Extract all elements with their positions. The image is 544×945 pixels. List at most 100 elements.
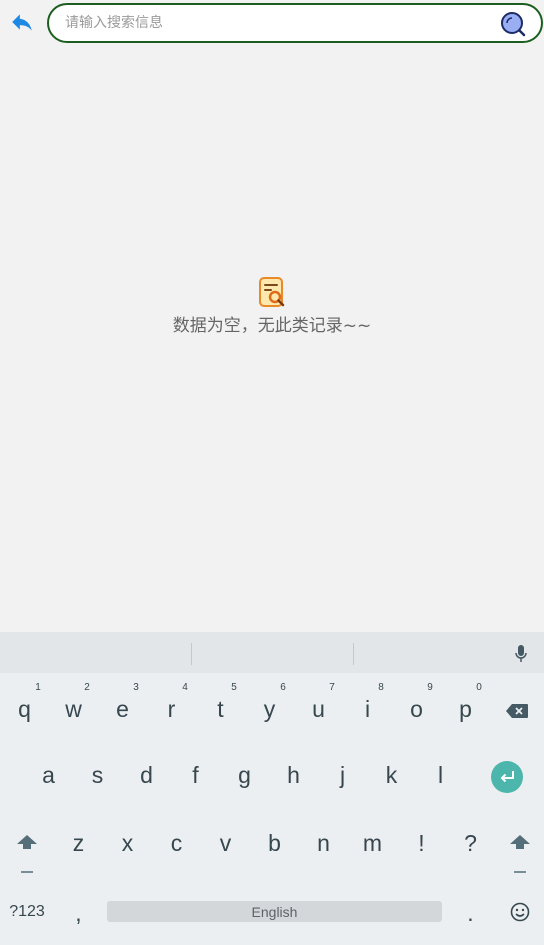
key-hint: 5 xyxy=(231,682,237,693)
voice-input-button[interactable] xyxy=(513,644,529,664)
emoji-key[interactable] xyxy=(495,878,544,945)
key-h[interactable]: h xyxy=(269,744,318,810)
key-label: g xyxy=(238,761,251,788)
key-label: p xyxy=(459,695,472,722)
back-button[interactable] xyxy=(9,9,35,35)
key-label: v xyxy=(219,829,232,856)
search-icon xyxy=(501,12,526,37)
key-label: l xyxy=(437,761,444,788)
key-label: u xyxy=(312,695,325,722)
key-exclamation[interactable]: ! xyxy=(397,812,446,878)
key-hint: 3 xyxy=(133,682,139,693)
key-i[interactable]: 8i xyxy=(343,678,392,744)
key-c[interactable]: c xyxy=(152,812,201,878)
key-hint: 7 xyxy=(329,682,335,693)
backspace-icon xyxy=(506,704,528,718)
key-label: z xyxy=(72,829,85,856)
keyboard-row-1: 1q 2w 3e 4r 5t 6y 7u 8i 9o 0p xyxy=(0,678,544,744)
key-g[interactable]: g xyxy=(220,744,269,810)
key-u[interactable]: 7u xyxy=(294,678,343,744)
key-label: f xyxy=(192,761,199,788)
key-f[interactable]: f xyxy=(171,744,220,810)
key-label: a xyxy=(42,761,55,788)
search-button[interactable] xyxy=(500,11,526,37)
key-period[interactable]: . xyxy=(446,878,495,945)
key-k[interactable]: k xyxy=(367,744,416,810)
key-label: o xyxy=(410,695,423,722)
microphone-icon xyxy=(515,645,527,662)
search-bar xyxy=(47,3,543,43)
suggestion-strip xyxy=(0,632,544,673)
search-input[interactable] xyxy=(65,5,485,41)
empty-state-message: 数据为空，无此类记录~~ xyxy=(172,316,372,336)
key-s[interactable]: s xyxy=(73,744,122,810)
key-j[interactable]: j xyxy=(318,744,367,810)
enter-icon xyxy=(490,761,523,793)
key-hint: 4 xyxy=(182,682,188,693)
key-t[interactable]: 5t xyxy=(196,678,245,744)
key-label: b xyxy=(268,829,281,856)
key-label: r xyxy=(167,695,176,722)
key-hint: 1 xyxy=(35,682,41,693)
shift-right-key[interactable] xyxy=(495,812,544,878)
key-q[interactable]: 1q xyxy=(0,678,49,744)
key-label: c xyxy=(170,829,183,856)
key-hint: 6 xyxy=(280,682,286,693)
key-label: s xyxy=(91,761,104,788)
key-w[interactable]: 2w xyxy=(49,678,98,744)
key-label: i xyxy=(364,695,371,722)
keyboard-row-2: a s d f g h j k l xyxy=(0,744,544,810)
symbols-key[interactable]: ?123 xyxy=(0,878,54,945)
key-comma[interactable]: , xyxy=(54,878,103,945)
key-label: m xyxy=(362,829,383,856)
key-label: , xyxy=(75,900,82,926)
key-b[interactable]: b xyxy=(250,812,299,878)
key-label: k xyxy=(385,761,398,788)
keyboard-row-4: ?123 , English . xyxy=(0,878,544,945)
key-label: e xyxy=(116,695,129,722)
backspace-key[interactable] xyxy=(490,678,544,744)
shift-icon xyxy=(17,835,37,873)
document-search-icon xyxy=(259,277,285,307)
shift-icon xyxy=(509,835,530,873)
key-label: y xyxy=(263,695,276,722)
space-key[interactable]: English xyxy=(103,878,446,945)
key-label: n xyxy=(317,829,330,856)
key-y[interactable]: 6y xyxy=(245,678,294,744)
key-hint: 8 xyxy=(378,682,384,693)
key-question[interactable]: ? xyxy=(446,812,495,878)
key-e[interactable]: 3e xyxy=(98,678,147,744)
space-bar: English xyxy=(107,901,442,922)
key-hint: 0 xyxy=(476,682,482,693)
key-label: x xyxy=(121,829,134,856)
key-x[interactable]: x xyxy=(103,812,152,878)
space-label: English xyxy=(251,903,298,920)
soft-keyboard: 1q 2w 3e 4r 5t 6y 7u 8i 9o 0p a s d f g … xyxy=(0,632,544,945)
key-o[interactable]: 9o xyxy=(392,678,441,744)
key-l[interactable]: l xyxy=(416,744,465,810)
key-label: w xyxy=(65,695,82,722)
key-label: ! xyxy=(418,829,425,856)
key-label: ?123 xyxy=(9,902,45,920)
key-v[interactable]: v xyxy=(201,812,250,878)
shift-left-key[interactable] xyxy=(0,812,54,878)
key-label: h xyxy=(287,761,300,788)
key-p[interactable]: 0p xyxy=(441,678,490,744)
key-r[interactable]: 4r xyxy=(147,678,196,744)
key-label: q xyxy=(18,695,31,722)
key-label: t xyxy=(217,695,224,722)
key-label: j xyxy=(339,761,346,788)
key-z[interactable]: z xyxy=(54,812,103,878)
suggestion-divider xyxy=(353,643,354,665)
key-a[interactable]: a xyxy=(24,744,73,810)
suggestion-divider xyxy=(191,643,192,665)
key-d[interactable]: d xyxy=(122,744,171,810)
key-m[interactable]: m xyxy=(348,812,397,878)
key-label: ? xyxy=(464,829,477,856)
key-label: . xyxy=(467,900,474,926)
key-hint: 2 xyxy=(84,682,90,693)
enter-key[interactable] xyxy=(465,744,544,810)
key-hint: 9 xyxy=(427,682,433,693)
key-n[interactable]: n xyxy=(299,812,348,878)
emoji-icon xyxy=(510,902,529,921)
